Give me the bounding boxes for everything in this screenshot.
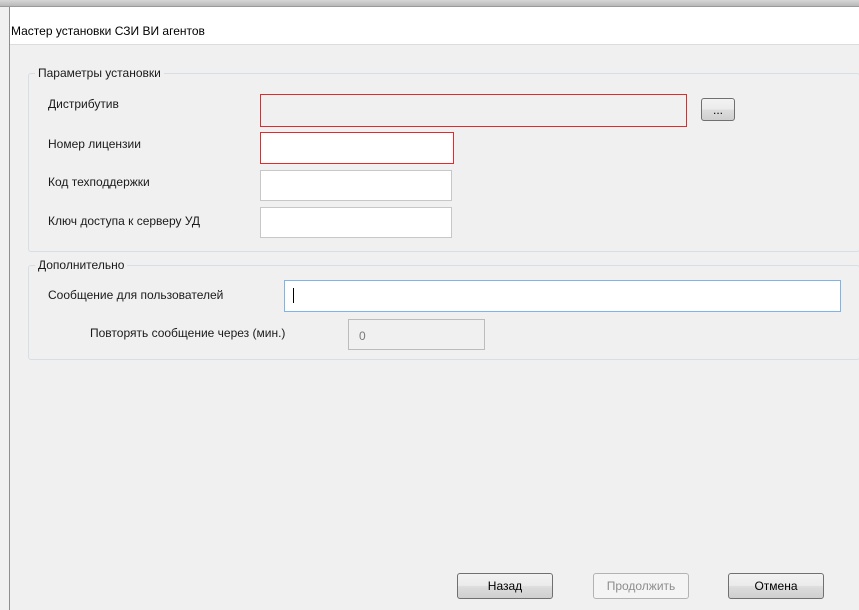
- text-caret: [293, 288, 294, 303]
- browse-button[interactable]: ...: [701, 98, 735, 121]
- server-key-label: Ключ доступа к серверу УД: [48, 214, 201, 228]
- back-button[interactable]: Назад: [457, 573, 553, 599]
- distrib-field[interactable]: [260, 94, 687, 127]
- top-strip: [0, 0, 859, 7]
- repeat-label: Повторять сообщение через (мин.): [90, 326, 286, 340]
- support-code-label: Код техподдержки: [48, 175, 150, 189]
- repeat-interval-field[interactable]: 0: [348, 319, 485, 350]
- distrib-label: Дистрибутив: [48, 97, 119, 111]
- continue-button[interactable]: Продолжить: [593, 573, 689, 599]
- install-params-group-title: Параметры установки: [35, 66, 164, 80]
- message-label: Сообщение для пользователей: [48, 288, 224, 302]
- title-bar: Мастер установки СЗИ ВИ агентов: [10, 7, 859, 45]
- window-title: Мастер установки СЗИ ВИ агентов: [11, 24, 205, 38]
- server-key-field[interactable]: [260, 207, 452, 238]
- support-code-field[interactable]: [260, 170, 452, 201]
- additional-group-title: Дополнительно: [35, 258, 128, 272]
- license-label: Номер лицензии: [48, 137, 141, 151]
- repeat-interval-value: 0: [359, 329, 366, 343]
- wizard-window: Мастер установки СЗИ ВИ агентов Параметр…: [9, 7, 859, 610]
- cancel-button[interactable]: Отмена: [728, 573, 824, 599]
- message-input[interactable]: [284, 280, 841, 312]
- license-field[interactable]: [260, 132, 454, 164]
